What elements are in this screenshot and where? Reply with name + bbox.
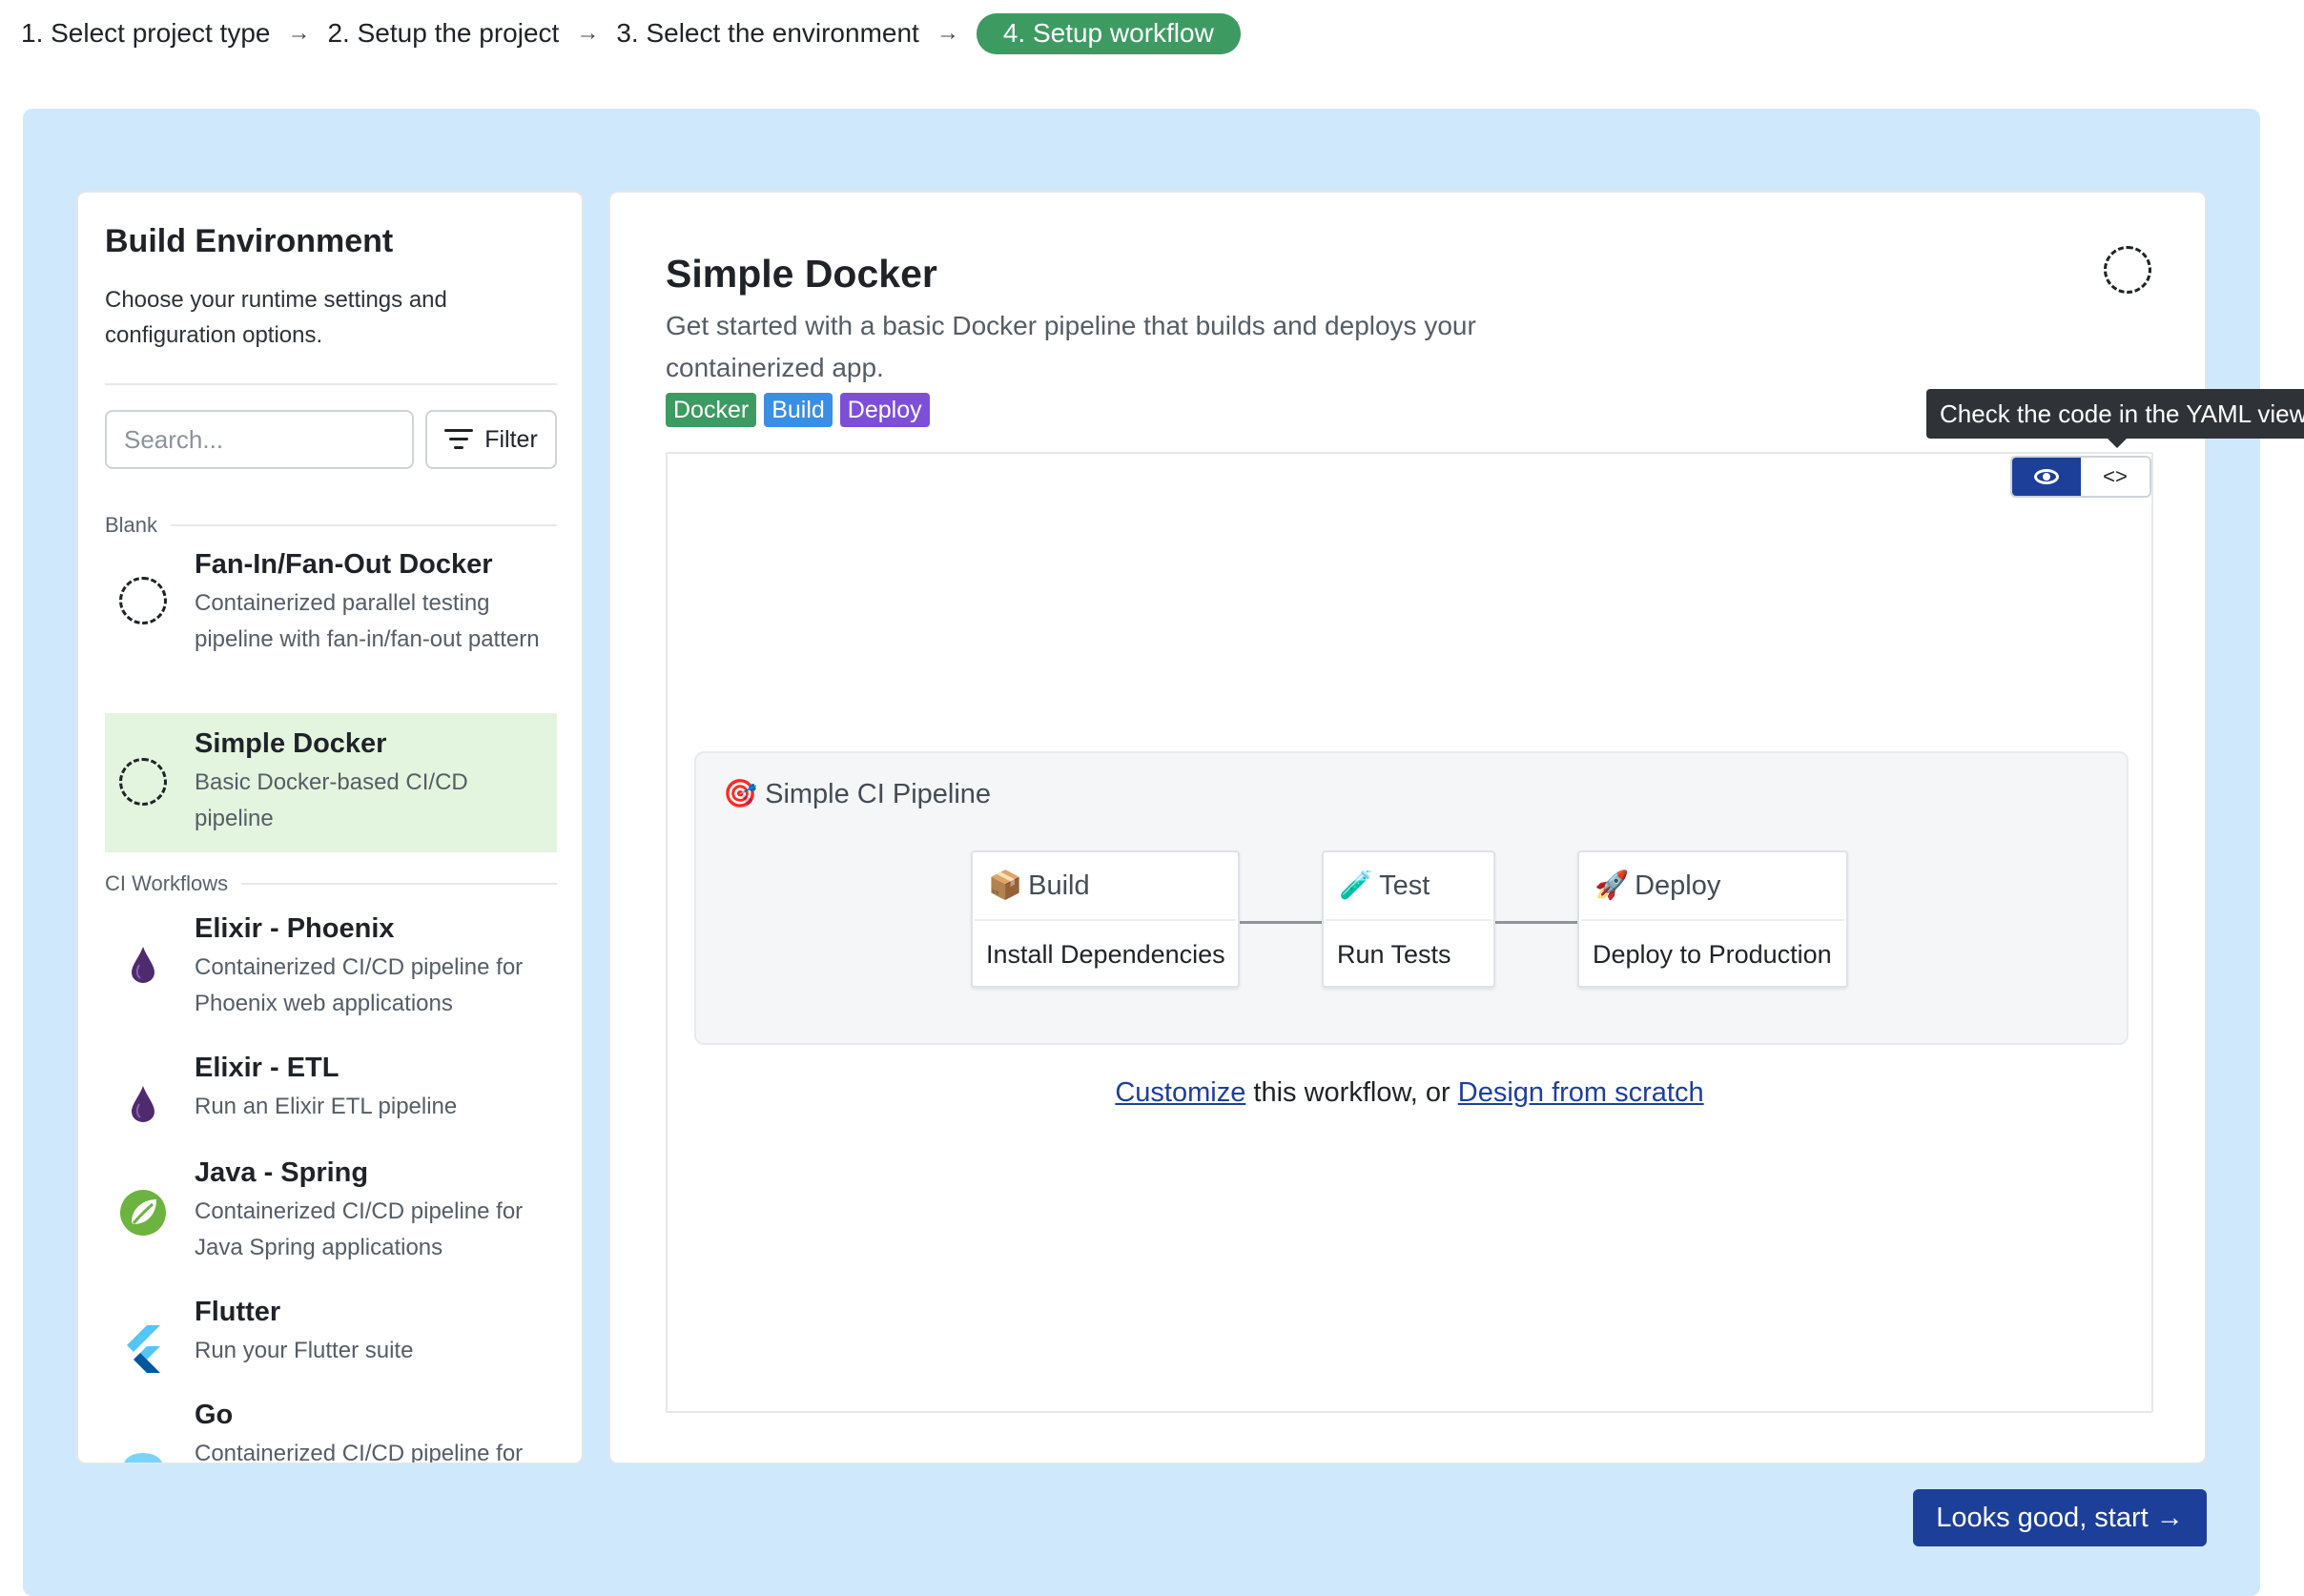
template-name: Java - Spring [195,1157,369,1188]
stage-header: 🚀 Deploy [1581,852,1844,921]
sidebar-description: Choose your runtime settings and configu… [105,287,447,348]
template-description: Containerized CI/CD pipeline for [195,1441,524,1464]
visual-view-button[interactable] [2012,458,2081,496]
wizard-stepper: 1. Select project type → 2. Setup the pr… [21,12,1241,54]
template-item-java-spring[interactable]: Java - Spring Containerized CI/CD pipeli… [105,1156,557,1270]
stage-name: Build [1028,870,1090,901]
spring-leaf-icon [118,1188,168,1238]
workflow-preview: <> 🎯 Simple CI Pipeline 📦 Build Install … [666,452,2153,1413]
search-input[interactable]: Search... [105,410,414,469]
template-description: Get started with a basic Docker pipeline… [666,311,1476,382]
template-name: Elixir - Phoenix [195,913,395,944]
code-icon: <> [2103,464,2128,488]
test-tube-icon: 🧪 [1339,870,1374,901]
template-description: Basic Docker-based CI/CD pipeline [195,769,468,831]
pipeline-diagram: 🎯 Simple CI Pipeline 📦 Build Install Dep… [694,751,2129,1045]
step-arrow-icon: → [287,20,311,46]
filter-label: Filter [484,425,538,453]
template-name: Flutter [195,1297,281,1327]
build-environment-sidebar: Build Environment Choose your runtime se… [76,191,584,1464]
step-arrow-icon: → [936,20,959,46]
step-select-environment[interactable]: 3. Select the environment [616,18,919,49]
stage-connector [1493,921,1577,924]
template-tags: Docker Build Deploy [666,393,930,427]
group-label-ci-workflows: CI Workflows [105,871,557,896]
dashed-circle-icon [118,576,168,625]
target-icon: 🎯 [723,779,758,809]
template-description: Containerized CI/CD pipeline for Phoenix… [195,954,524,1016]
template-item-go[interactable]: Go Containerized CI/CD pipeline for [105,1400,557,1464]
eye-icon [2034,469,2059,484]
group-label-blank: Blank [105,513,557,538]
job-run-tests[interactable]: Run Tests [1324,921,1493,988]
stage-name: Test [1379,870,1430,901]
stage-deploy[interactable]: 🚀 Deploy Deploy to Production [1577,850,1848,988]
template-preview-panel: Simple Docker Get started with a basic D… [608,191,2207,1464]
template-title: Simple Docker [666,252,937,296]
tag-docker: Docker [666,393,757,427]
stage-build[interactable]: 📦 Build Install Dependencies [971,850,1240,988]
template-item-elixir-phoenix[interactable]: Elixir - Phoenix Containerized CI/CD pip… [105,911,557,1026]
template-name: Elixir - ETL [195,1053,339,1083]
step-setup-project[interactable]: 2. Setup the project [327,18,559,49]
rocket-icon: 🚀 [1594,870,1630,901]
job-install-dependencies[interactable]: Install Dependencies [973,921,1238,988]
customize-line: Customize this workflow, or Design from … [668,1077,2151,1109]
template-item-flutter[interactable]: Flutter Run your Flutter suite [105,1295,557,1381]
filter-button[interactable]: Filter [425,410,557,469]
search-placeholder: Search... [124,424,224,454]
customize-text: this workflow, or [1245,1077,1458,1108]
stage-name: Deploy [1635,870,1721,901]
stage-header: 📦 Build [975,852,1236,921]
template-item-elixir-etl[interactable]: Elixir - ETL Run an Elixir ETL pipeline [105,1051,557,1136]
stage-connector [1240,921,1324,924]
go-icon [118,1440,168,1463]
step-setup-workflow: 4. Setup workflow [976,12,1241,54]
pipeline-title: 🎯 Simple CI Pipeline [723,778,991,810]
template-item-fan-in-fan-out-docker[interactable]: Fan-In/Fan-Out Docker Containerized para… [105,542,557,656]
template-description: Containerized parallel testing pipeline … [195,590,540,652]
pipeline-title-text: Simple CI Pipeline [765,778,992,809]
template-item-simple-docker[interactable]: Simple Docker Basic Docker-based CI/CD p… [105,713,557,852]
job-deploy-to-production[interactable]: Deploy to Production [1579,921,1846,988]
dashed-circle-icon [118,757,168,807]
stage-header: 🧪 Test [1326,852,1491,921]
filter-icon [444,429,474,450]
elixir-drop-icon [118,1079,168,1129]
step-arrow-icon: → [576,20,600,46]
elixir-drop-icon [118,940,168,990]
yaml-view-tooltip: Check the code in the YAML view [1926,389,2304,448]
template-name: Fan-In/Fan-Out Docker [195,549,493,580]
view-toggle: <> [2010,456,2151,498]
start-button[interactable]: Looks good, start → [1913,1489,2207,1546]
step-select-project-type[interactable]: 1. Select project type [21,18,270,49]
tag-deploy: Deploy [839,393,930,427]
template-description: Run an Elixir ETL pipeline [195,1094,458,1119]
template-name: Go [195,1400,234,1430]
stage-test[interactable]: 🧪 Test Run Tests [1322,850,1495,988]
divider [105,383,557,385]
template-description: Containerized CI/CD pipeline for Java Sp… [195,1198,524,1260]
customize-link[interactable]: Customize [1115,1077,1245,1108]
template-name: Simple Docker [195,728,387,759]
sidebar-title: Build Environment [105,223,394,259]
package-icon: 📦 [988,870,1023,901]
template-description: Run your Flutter suite [195,1338,414,1363]
flutter-icon [118,1323,168,1373]
design-from-scratch-link[interactable]: Design from scratch [1458,1077,1704,1108]
tag-build: Build [764,393,833,427]
loading-spinner-icon [2104,246,2151,294]
yaml-view-button[interactable]: <> [2081,458,2150,496]
